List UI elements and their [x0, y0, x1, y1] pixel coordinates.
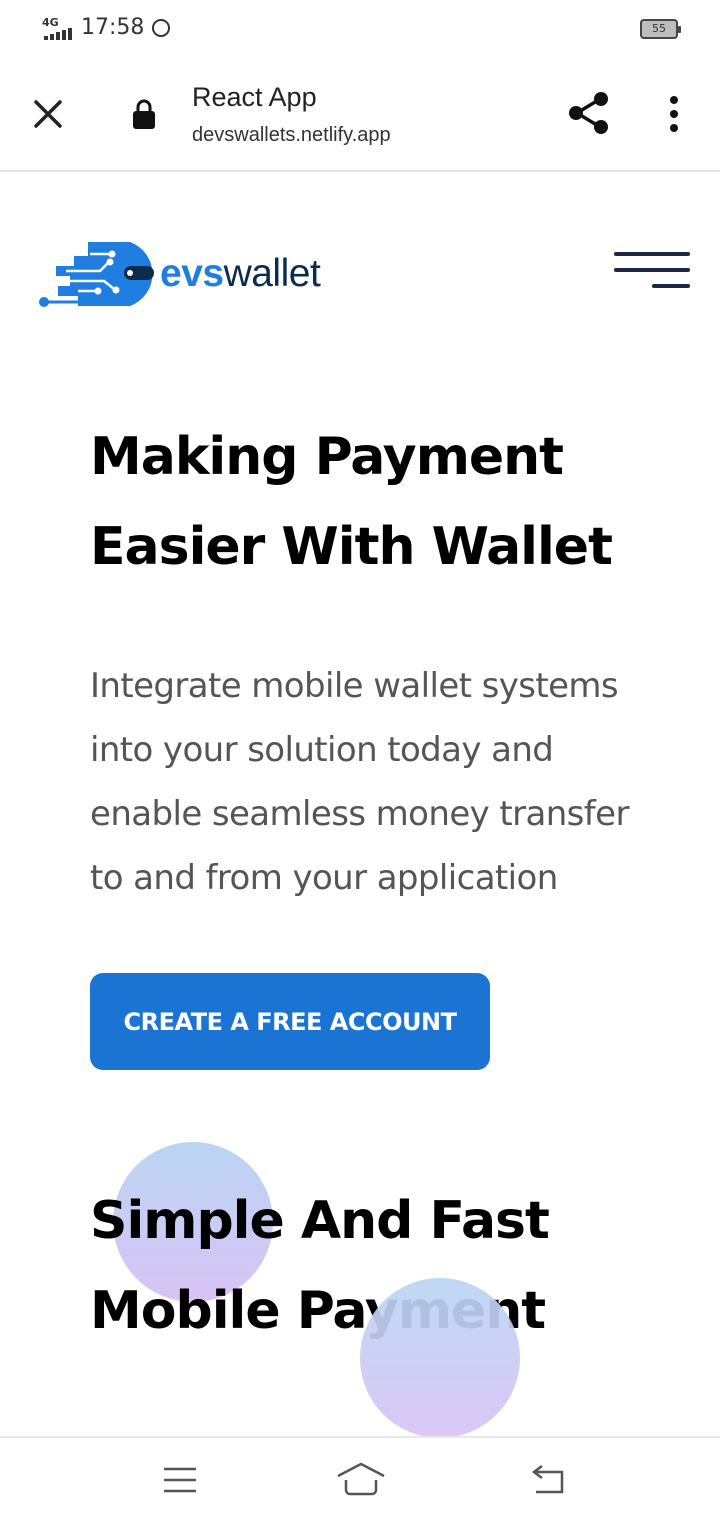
wallet-logo-icon — [39, 242, 154, 307]
clock: 17:58 — [81, 15, 145, 40]
site-logo[interactable]: evswallet — [38, 238, 338, 314]
hero-description: Integrate mobile wallet systems into you… — [90, 666, 629, 898]
whatsapp-icon — [152, 19, 170, 37]
system-navigation-bar — [0, 1436, 720, 1520]
browser-toolbar: React App devswallets.netlify.app — [0, 60, 720, 172]
decorative-bubble — [360, 1278, 520, 1438]
signal-icon — [44, 28, 74, 40]
page-url[interactable]: devswallets.netlify.app — [192, 124, 391, 147]
back-icon[interactable] — [528, 1464, 568, 1494]
close-icon[interactable] — [28, 94, 68, 134]
hamburger-icon[interactable] — [612, 250, 690, 292]
status-bar: 4G 17:58 55 — [0, 0, 720, 60]
hero-heading: Making Payment Easier With Wallet — [90, 427, 613, 577]
recent-apps-icon[interactable] — [162, 1466, 198, 1494]
battery-level: 55 — [652, 22, 666, 35]
logo-text: evswallet — [160, 252, 321, 295]
home-icon[interactable] — [334, 1460, 388, 1496]
page-title: React App — [192, 82, 317, 112]
more-vert-icon[interactable] — [662, 94, 686, 134]
create-account-button[interactable]: CREATE A FREE ACCOUNT — [90, 973, 490, 1070]
share-icon[interactable] — [566, 90, 612, 136]
lock-icon — [133, 99, 155, 129]
battery-icon: 55 — [640, 19, 681, 39]
